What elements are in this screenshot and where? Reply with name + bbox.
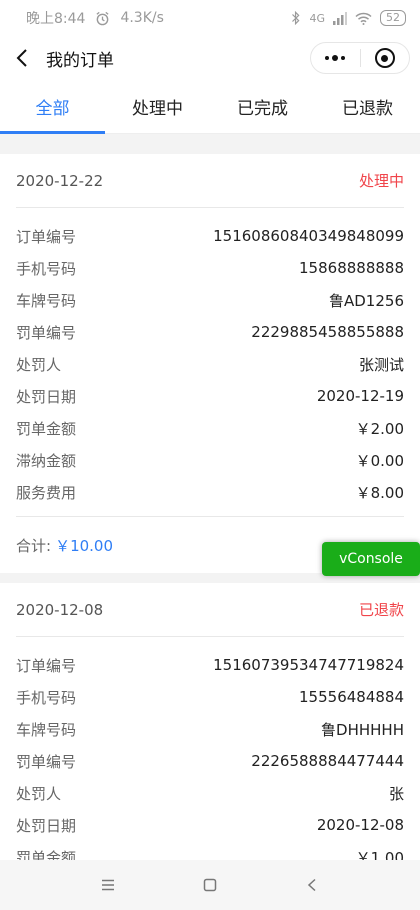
status-bar: 晚上8:44 4.3K/s 4G 52	[0, 0, 420, 36]
close-miniprogram-button[interactable]	[361, 43, 410, 73]
detail-value: 15160860840349848099	[213, 227, 404, 245]
detail-label: 处罚日期	[16, 816, 77, 835]
detail-value: 2020-12-08	[316, 816, 404, 834]
detail-value: 2226588884477444	[251, 752, 404, 770]
detail-row: 滞纳金额 ￥0.00	[16, 444, 404, 476]
order-list[interactable]: 2020-12-22 处理中 订单编号 15160860840349848099 …	[0, 144, 420, 860]
battery-icon: 52	[380, 10, 406, 26]
detail-value: ￥0.00	[355, 451, 404, 470]
detail-row: 车牌号码 鲁AD1256	[16, 284, 404, 316]
status-time: 晚上8:44	[26, 11, 86, 27]
order-status: 已退款	[358, 601, 404, 619]
tab-refunded[interactable]: 已退款	[315, 80, 420, 133]
order-card[interactable]: 2020-12-22 处理中 订单编号 15160860840349848099 …	[0, 154, 420, 573]
detail-row: 手机号码 15556484884	[16, 681, 404, 713]
detail-row: 处罚人 张	[16, 777, 404, 809]
menu-nav-button[interactable]	[94, 871, 122, 899]
bluetooth-icon	[292, 11, 300, 25]
target-icon	[374, 48, 395, 68]
detail-label: 罚单编号	[16, 323, 77, 342]
square-icon	[203, 878, 217, 892]
order-details: 订单编号 15160860840349848099 手机号码 15868888888…	[16, 208, 404, 517]
hamburger-icon	[102, 879, 114, 891]
wifi-icon	[355, 12, 372, 25]
order-header: 2020-12-08 已退款	[16, 583, 404, 637]
detail-label: 订单编号	[16, 227, 77, 246]
nav-bar: 我的订单	[0, 36, 420, 80]
order-date: 2020-12-08	[16, 600, 104, 619]
miniprogram-capsule	[310, 42, 410, 74]
detail-value: 15868888888	[299, 259, 404, 277]
detail-value: 15160739534747719824	[213, 656, 404, 674]
page-title: 我的订单	[46, 50, 114, 71]
order-card[interactable]: 2020-12-08 已退款 订单编号 15160739534747719824 …	[0, 583, 420, 860]
detail-label: 罚单编号	[16, 752, 77, 771]
detail-row: 车牌号码 鲁DHHHHH	[16, 713, 404, 745]
order-header: 2020-12-22 处理中	[16, 154, 404, 208]
detail-value: 2229885458855888	[251, 323, 404, 341]
detail-value: 鲁DHHHHH	[321, 720, 404, 739]
back-button[interactable]	[16, 47, 36, 69]
system-nav-bar	[0, 860, 420, 910]
home-nav-button[interactable]	[196, 871, 224, 899]
detail-label: 订单编号	[16, 656, 77, 675]
tab-all[interactable]: 全部	[0, 80, 105, 134]
detail-label: 车牌号码	[16, 720, 77, 739]
detail-row: 罚单编号 2229885458855888	[16, 316, 404, 348]
detail-label: 车牌号码	[16, 291, 77, 310]
detail-label: 手机号码	[16, 688, 77, 707]
detail-value: 张测试	[358, 355, 404, 374]
detail-label: 罚单金额	[16, 419, 77, 438]
detail-label: 罚单金额	[16, 848, 77, 861]
tab-completed[interactable]: 已完成	[210, 80, 315, 133]
order-tabs: 全部 处理中 已完成 已退款	[0, 80, 420, 134]
detail-value: 鲁AD1256	[329, 291, 404, 310]
detail-value: ￥2.00	[355, 419, 404, 438]
back-triangle-icon	[307, 878, 316, 892]
alarm-icon	[96, 11, 109, 25]
tab-processing[interactable]: 处理中	[105, 80, 210, 133]
order-date: 2020-12-22	[16, 171, 104, 190]
detail-row: 处罚日期 2020-12-08	[16, 809, 404, 841]
detail-row: 服务费用 ￥8.00	[16, 476, 404, 508]
total-label: 合计:	[16, 536, 52, 555]
detail-row: 订单编号 15160739534747719824	[16, 649, 404, 681]
order-status: 处理中	[358, 172, 404, 190]
signal-icon	[333, 11, 347, 25]
detail-label: 手机号码	[16, 259, 77, 278]
detail-label: 服务费用	[16, 483, 77, 502]
chevron-left-icon	[16, 49, 27, 67]
detail-row: 手机号码 15868888888	[16, 252, 404, 284]
detail-label: 滞纳金额	[16, 451, 77, 470]
detail-value: ￥1.00	[355, 848, 404, 861]
detail-value: 15556484884	[299, 688, 404, 706]
detail-value: ￥8.00	[355, 483, 404, 502]
vconsole-button[interactable]: vConsole	[322, 542, 420, 576]
detail-label: 处罚日期	[16, 387, 77, 406]
signal-label: 4G	[309, 11, 325, 25]
detail-label: 处罚人	[16, 784, 62, 803]
detail-row: 罚单金额 ￥1.00	[16, 841, 404, 861]
detail-value: 2020-12-19	[316, 387, 404, 405]
detail-row: 罚单编号 2226588884477444	[16, 745, 404, 777]
network-speed: 4.3K/s	[120, 10, 164, 26]
detail-row: 处罚日期 2020-12-19	[16, 380, 404, 412]
more-button[interactable]	[311, 43, 360, 73]
detail-row: 处罚人 张测试	[16, 348, 404, 380]
total-amount: ￥10.00	[55, 536, 114, 555]
detail-row: 罚单金额 ￥2.00	[16, 412, 404, 444]
back-nav-button[interactable]	[298, 871, 326, 899]
detail-value: 张	[388, 784, 404, 803]
more-dots-icon	[325, 55, 346, 61]
detail-row: 订单编号 15160860840349848099	[16, 220, 404, 252]
order-details: 订单编号 15160739534747719824 手机号码 15556484884…	[16, 637, 404, 860]
detail-label: 处罚人	[16, 355, 62, 374]
